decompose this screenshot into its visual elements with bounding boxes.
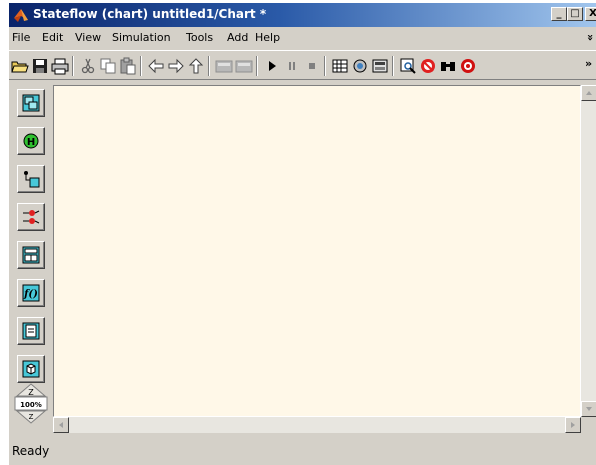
find-icon[interactable] (439, 57, 457, 75)
back-icon[interactable] (147, 57, 165, 75)
zoom-selection-icon[interactable] (399, 57, 417, 75)
undo-icon[interactable] (215, 57, 233, 75)
horizontal-scrollbar[interactable] (53, 417, 581, 433)
menu-bar: File Edit View Simulation Tools Add Help… (9, 28, 596, 48)
status-text: Ready (12, 444, 50, 458)
menu-overflow-icon[interactable]: » (584, 34, 596, 41)
debugger-icon[interactable] (371, 57, 389, 75)
menu-add[interactable]: Add (227, 31, 248, 44)
history-junction-button[interactable]: H (17, 127, 45, 155)
pause-icon[interactable] (283, 57, 301, 75)
zoom-out-button[interactable]: Z (15, 410, 47, 424)
forward-icon[interactable] (167, 57, 185, 75)
state-tool-button[interactable] (17, 89, 45, 117)
target-icon[interactable] (459, 57, 477, 75)
model-explorer-icon[interactable] (351, 57, 369, 75)
history-junction-icon: H (23, 133, 39, 149)
embedded-matlab-button[interactable] (17, 317, 45, 345)
arrow-left-icon (59, 422, 63, 428)
object-palette: H f() (13, 85, 49, 425)
menu-help[interactable]: Help (255, 31, 280, 44)
menu-edit[interactable]: Edit (42, 31, 63, 44)
zoom-level: 100% (20, 401, 42, 409)
cut-icon[interactable] (79, 57, 97, 75)
connective-junction-button[interactable] (17, 203, 45, 231)
truth-table-button[interactable] (17, 241, 45, 269)
paste-icon[interactable] (119, 57, 137, 75)
graphical-function-icon: f() (22, 284, 40, 302)
zoom-control: Z 100% Z (13, 381, 49, 429)
toolbar-separator (140, 56, 142, 76)
connective-junction-icon (23, 210, 40, 224)
title-bar[interactable]: Stateflow (chart) untitled1/Chart * _ □ … (9, 3, 596, 27)
toolbar-separator (324, 56, 326, 76)
minimize-button[interactable]: _ (551, 7, 567, 21)
menu-tools[interactable]: Tools (186, 31, 213, 44)
copy-icon[interactable] (99, 57, 117, 75)
toolbar-separator (72, 56, 74, 76)
vertical-scrollbar[interactable] (581, 85, 596, 417)
window-title: Stateflow (chart) untitled1/Chart * (33, 7, 267, 21)
default-transition-button[interactable] (17, 165, 45, 193)
arrow-right-icon (571, 422, 575, 428)
stateflow-window: Stateflow (chart) untitled1/Chart * _ □ … (8, 2, 596, 465)
open-folder-icon[interactable] (11, 57, 29, 75)
embedded-matlab-icon (22, 322, 40, 340)
maximize-button[interactable]: □ (567, 7, 583, 21)
toolbar-overflow-icon[interactable]: » (585, 57, 592, 70)
zoom-out-label: Z (29, 413, 34, 421)
state-tool-icon (22, 94, 40, 112)
up-icon[interactable] (187, 57, 205, 75)
zoom-in-button[interactable]: Z (15, 383, 47, 397)
status-bar: Ready (9, 440, 596, 464)
menu-view[interactable]: View (75, 31, 101, 44)
arrow-down-icon (586, 407, 592, 411)
toolbar-separator (256, 56, 258, 76)
box-icon (22, 360, 40, 378)
redo-icon[interactable] (235, 57, 253, 75)
scroll-up-button[interactable] (581, 85, 596, 101)
scroll-down-button[interactable] (581, 401, 596, 417)
close-button[interactable]: X (585, 7, 596, 21)
toolbar: » (9, 50, 596, 80)
stateflow-app-icon (14, 9, 28, 22)
graphical-function-button[interactable]: f() (17, 279, 45, 307)
chart-canvas[interactable] (53, 85, 581, 417)
truth-table-icon (22, 246, 40, 264)
scroll-left-button[interactable] (53, 417, 69, 433)
arrow-up-icon (586, 91, 592, 95)
menu-file[interactable]: File (12, 31, 30, 44)
zoom-in-label: Z (28, 388, 34, 397)
svg-text:H: H (27, 137, 35, 148)
box-tool-button[interactable] (17, 355, 45, 383)
stop-icon[interactable] (303, 57, 321, 75)
default-transition-icon (24, 171, 40, 188)
save-icon[interactable] (31, 57, 49, 75)
print-icon[interactable] (51, 57, 69, 75)
toolbar-separator (392, 56, 394, 76)
breakpoint-icon[interactable] (419, 57, 437, 75)
scroll-right-button[interactable] (565, 417, 581, 433)
menu-simulation[interactable]: Simulation (112, 31, 171, 44)
start-icon[interactable] (263, 57, 281, 75)
svg-text:f(): f() (23, 289, 38, 300)
toolbar-separator (208, 56, 210, 76)
build-icon[interactable] (331, 57, 349, 75)
